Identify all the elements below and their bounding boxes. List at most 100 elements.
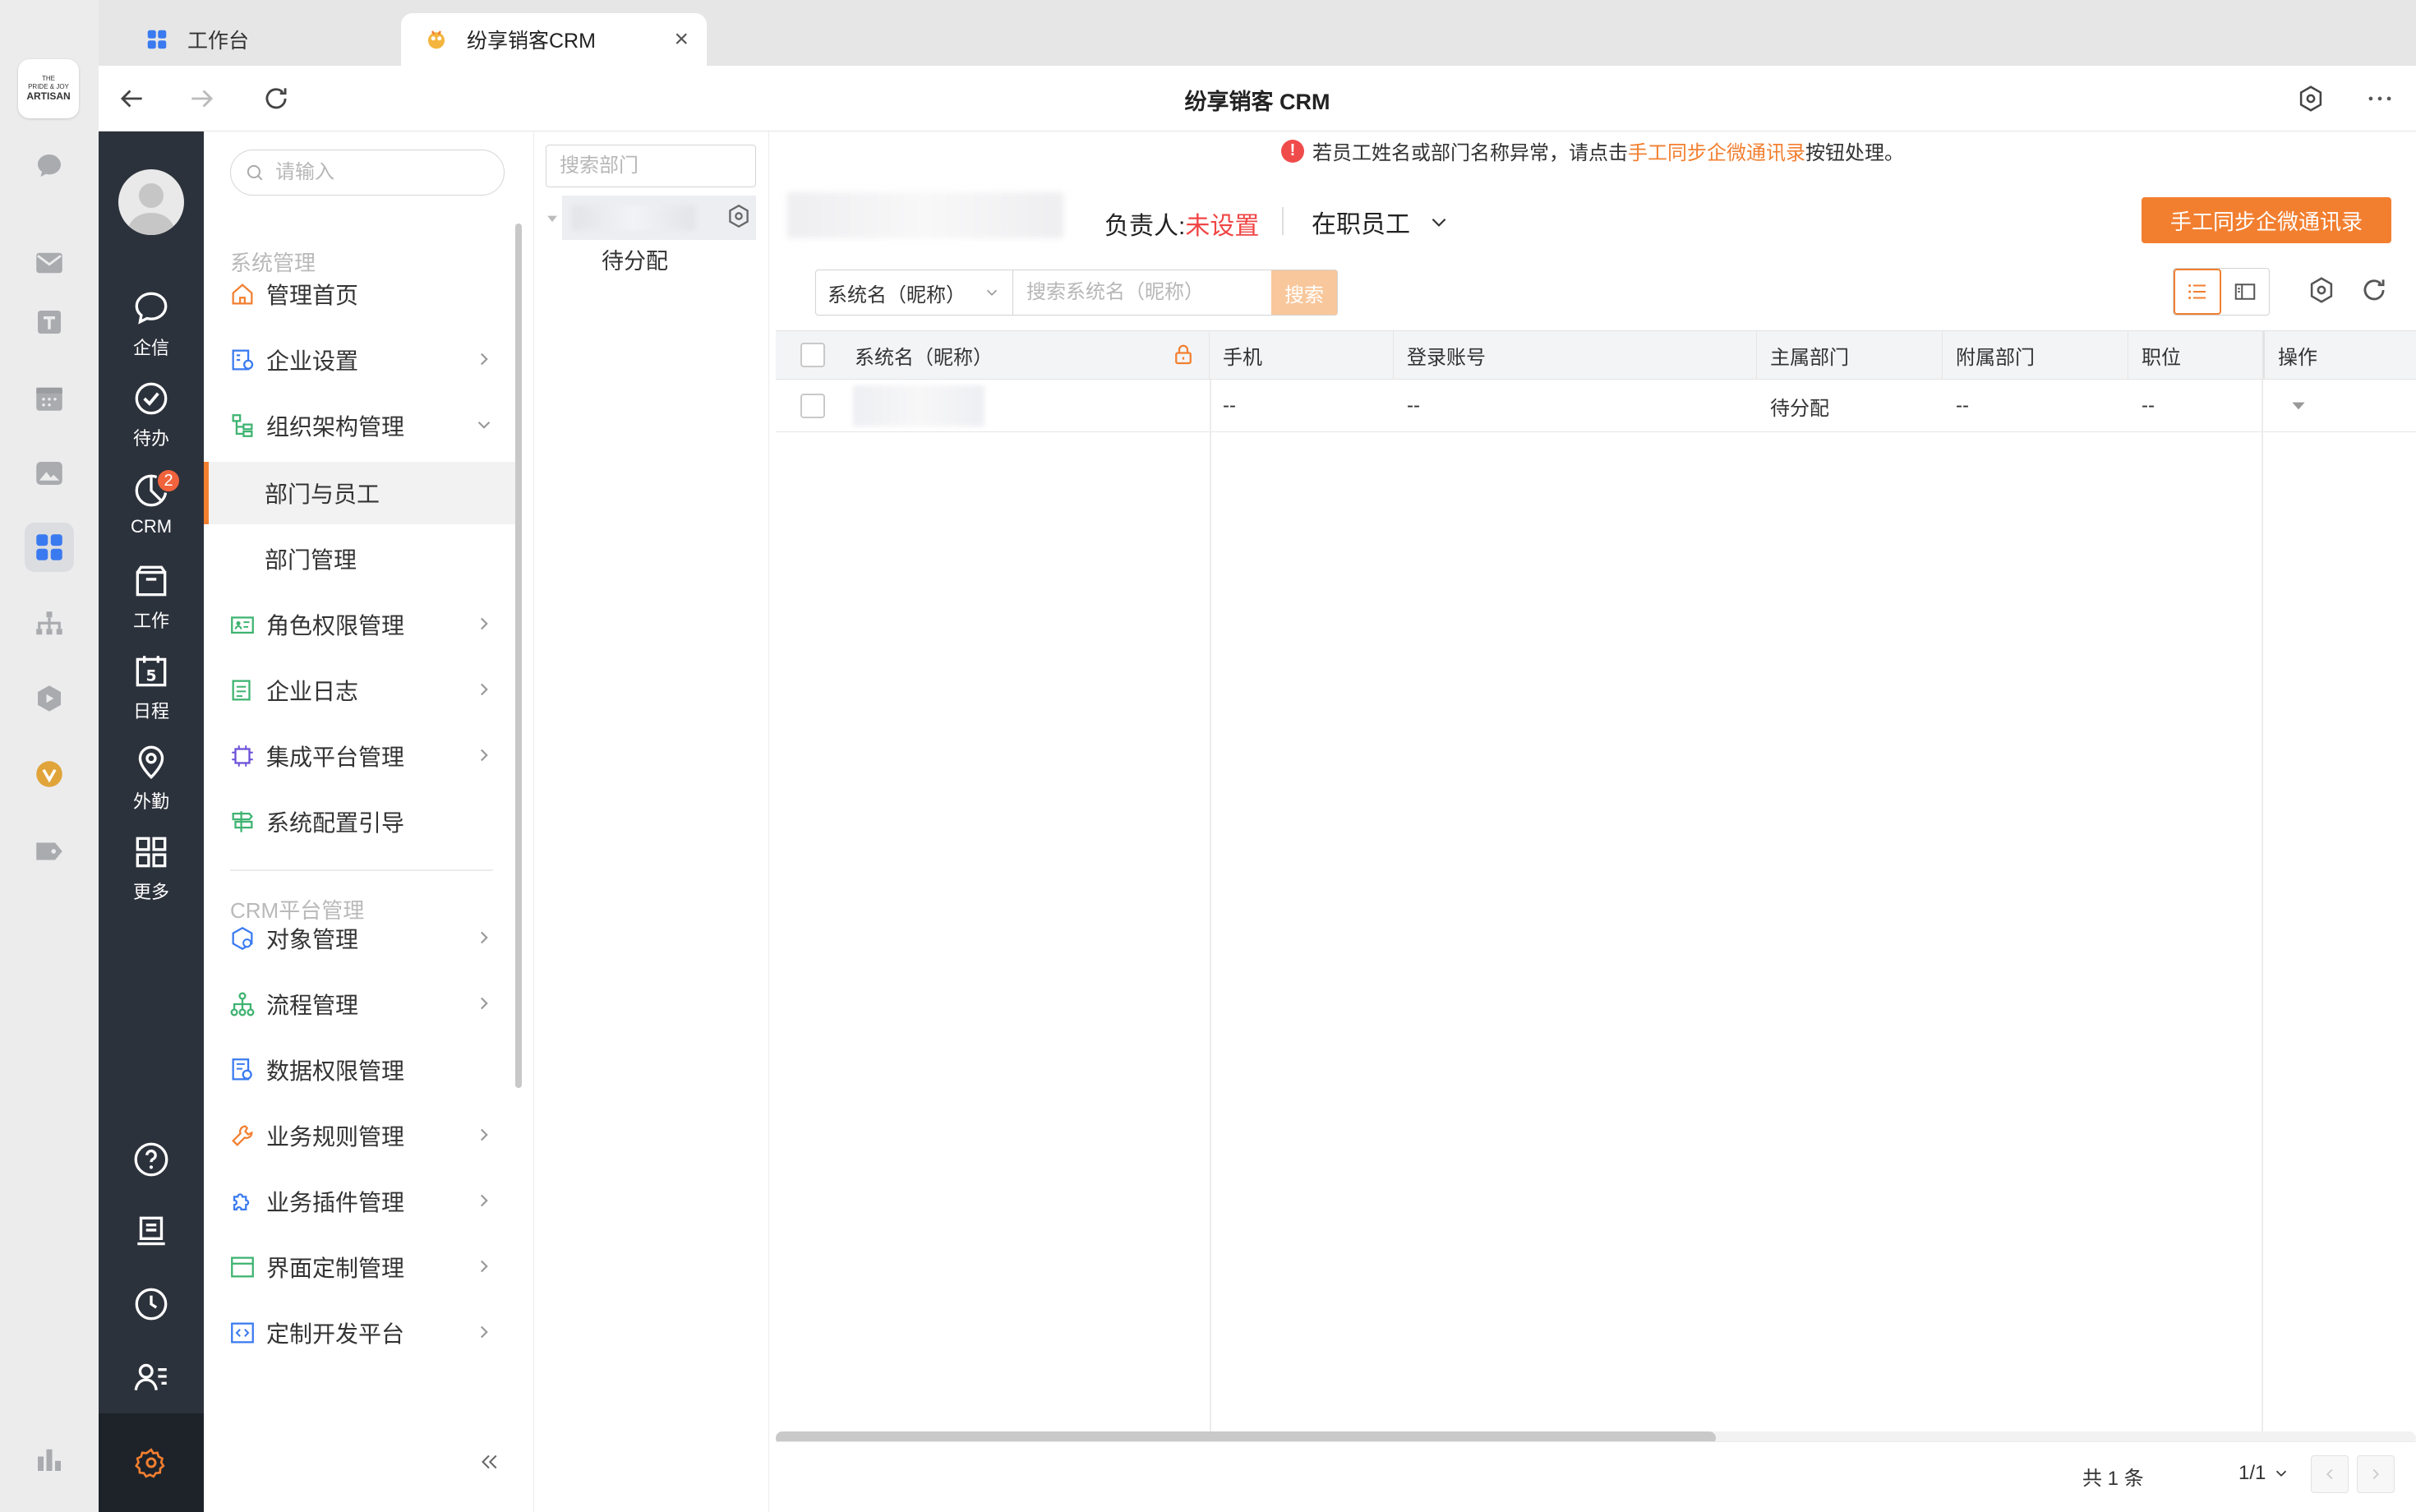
hexagon-settings-icon[interactable] (725, 202, 753, 230)
select-all-checkbox[interactable] (800, 343, 825, 367)
menu-label: 企业日志 (266, 679, 359, 704)
nav-field[interactable]: 外勤 (99, 741, 204, 823)
search-field-select[interactable]: 系统名（昵称） (816, 270, 1013, 315)
owner-value[interactable]: 未设置 (1185, 213, 1259, 240)
stats-icon[interactable] (25, 1435, 74, 1484)
tree-node-unassigned[interactable]: 待分配 (602, 243, 668, 275)
menu-item-roles[interactable]: 角色权限管理 (204, 593, 519, 656)
hexagon-settings-icon[interactable] (2306, 274, 2337, 306)
caret-down-icon[interactable] (544, 210, 560, 227)
department-search-input[interactable] (546, 145, 756, 187)
table-row[interactable]: -- -- 待分配 -- -- (776, 380, 2416, 432)
cell-name[interactable] (841, 380, 1210, 432)
notice-text: 按钮处理。 (1805, 142, 1904, 164)
menu-item-data-permission[interactable]: 数据权限管理 (204, 1039, 519, 1101)
menu-item-dept-employee[interactable]: 部门与员工 (204, 462, 519, 524)
collapse-icon[interactable] (477, 1450, 501, 1474)
next-page-button[interactable] (2357, 1455, 2395, 1493)
column-header[interactable]: 职位 (2128, 331, 2263, 379)
menu-item-dev-platform[interactable]: 定制开发平台 (204, 1302, 519, 1364)
tab-crm[interactable]: 纷享销客CRM × (401, 13, 707, 66)
tab-label: 工作台 (187, 30, 250, 53)
close-icon[interactable]: × (674, 27, 689, 52)
menu-item-business-rules[interactable]: 业务规则管理 (204, 1104, 519, 1167)
messages-icon[interactable] (25, 141, 74, 191)
settings-button[interactable] (2291, 79, 2331, 118)
calendar-app-icon[interactable] (25, 373, 74, 422)
prev-page-button[interactable] (2311, 1455, 2349, 1493)
menu-item-enterprise-settings[interactable]: 企业设置 (204, 329, 519, 391)
menu-search[interactable] (230, 150, 505, 196)
menu-item-flow[interactable]: 流程管理 (204, 973, 519, 1035)
menu-item-org[interactable]: 组织架构管理 (204, 394, 519, 457)
employee-table: 系统名（昵称） 手机 登录账号 主属部门 附属部门 职位 操作 -- -- 待分… (776, 330, 2416, 1512)
briefcase-icon (136, 565, 167, 597)
sync-wecom-button[interactable]: 手工同步企微通讯录 (2142, 197, 2391, 243)
column-header[interactable]: 系统名（昵称） (841, 331, 1210, 379)
nav-label: CRM (130, 516, 173, 537)
caret-down-icon[interactable] (2288, 395, 2309, 417)
nav-work[interactable]: 工作 (99, 560, 204, 643)
menu-item-config-guide[interactable]: 系统配置引导 (204, 791, 519, 853)
select-all-cell (776, 331, 841, 379)
search-button[interactable]: 搜索 (1271, 270, 1337, 315)
menu-label: 系统配置引导 (266, 810, 405, 836)
more-button[interactable] (2360, 79, 2400, 118)
employee-status-dropdown[interactable]: 在职员工 (1312, 204, 1450, 240)
nav-more[interactable]: 更多 (99, 832, 204, 914)
avatar[interactable] (118, 169, 184, 235)
refresh-icon[interactable] (2358, 274, 2390, 306)
photos-icon[interactable] (25, 449, 74, 498)
clock-icon[interactable] (131, 1284, 172, 1325)
mail-icon[interactable] (25, 238, 74, 288)
menu-item-dept-management[interactable]: 部门管理 (204, 528, 519, 590)
enterprise-settings-icon (232, 349, 254, 371)
row-checkbox[interactable] (800, 394, 825, 418)
owner-label: 负责人: (1104, 213, 1186, 240)
menu-item-ui-custom[interactable]: 界面定制管理 (204, 1236, 519, 1298)
cube-icon (232, 926, 253, 951)
admin-settings-button[interactable] (99, 1413, 204, 1512)
help-icon[interactable] (131, 1139, 172, 1180)
redacted-company-title (787, 192, 1063, 238)
tag-icon[interactable] (25, 827, 74, 876)
drive-icon[interactable] (25, 674, 74, 723)
user-list-icon[interactable] (131, 1356, 172, 1397)
total-count: 共 1 条 (2082, 1468, 2144, 1490)
org-logo[interactable]: THE PRIDE & JOY ARTISAN (18, 59, 79, 118)
menu-search-input[interactable] (275, 161, 489, 184)
search-input[interactable] (1013, 270, 1271, 315)
table-header: 系统名（昵称） 手机 登录账号 主属部门 附属部门 职位 操作 (776, 330, 2416, 380)
view-toggle (2173, 268, 2270, 316)
list-view-button[interactable] (2174, 269, 2221, 315)
notes-icon[interactable] (131, 1211, 172, 1252)
nav-label: 企信 (132, 338, 169, 358)
column-header[interactable]: 手机 (1210, 331, 1394, 379)
nav-todo[interactable]: 待办 (99, 378, 204, 460)
logo-line-3: ARTISAN (26, 90, 71, 103)
admin-menu: 系统管理 管理首页 企业设置 组织架构管理 部门与员工 部门管理 角色权限管理 … (204, 131, 534, 1512)
nav-crm[interactable]: 2 CRM (99, 468, 204, 552)
chevron-right-icon (480, 931, 488, 944)
column-header[interactable]: 登录账号 (1394, 331, 1757, 379)
split-view-button[interactable] (2221, 269, 2269, 315)
column-header[interactable]: 附属部门 (1943, 331, 2128, 379)
workbench-icon[interactable] (25, 523, 74, 572)
nav-schedule[interactable]: 5 日程 (99, 651, 204, 733)
search-field-label: 系统名（昵称） (828, 284, 966, 307)
menu-label: 业务插件管理 (266, 1190, 405, 1215)
menu-scrollbar[interactable] (515, 224, 522, 1088)
column-header[interactable]: 主属部门 (1757, 331, 1943, 379)
notice-sync-link[interactable]: 手工同步企微通讯录 (1628, 136, 1805, 165)
menu-item-logs[interactable]: 企业日志 (204, 659, 519, 721)
menu-item-plugins[interactable]: 业务插件管理 (204, 1170, 519, 1233)
featured-app-icon[interactable] (25, 749, 74, 799)
menu-item-integration[interactable]: 集成平台管理 (204, 725, 519, 787)
nav-messages[interactable]: 企信 (99, 288, 204, 370)
menu-item-home[interactable]: 管理首页 (204, 263, 519, 325)
contacts-org-icon[interactable] (25, 600, 74, 649)
docs-icon[interactable] (25, 297, 74, 347)
menu-item-objects[interactable]: 对象管理 (204, 907, 519, 970)
tab-workbench[interactable]: 工作台 (115, 13, 411, 66)
page-select[interactable]: 1/1 (2238, 1462, 2290, 1485)
